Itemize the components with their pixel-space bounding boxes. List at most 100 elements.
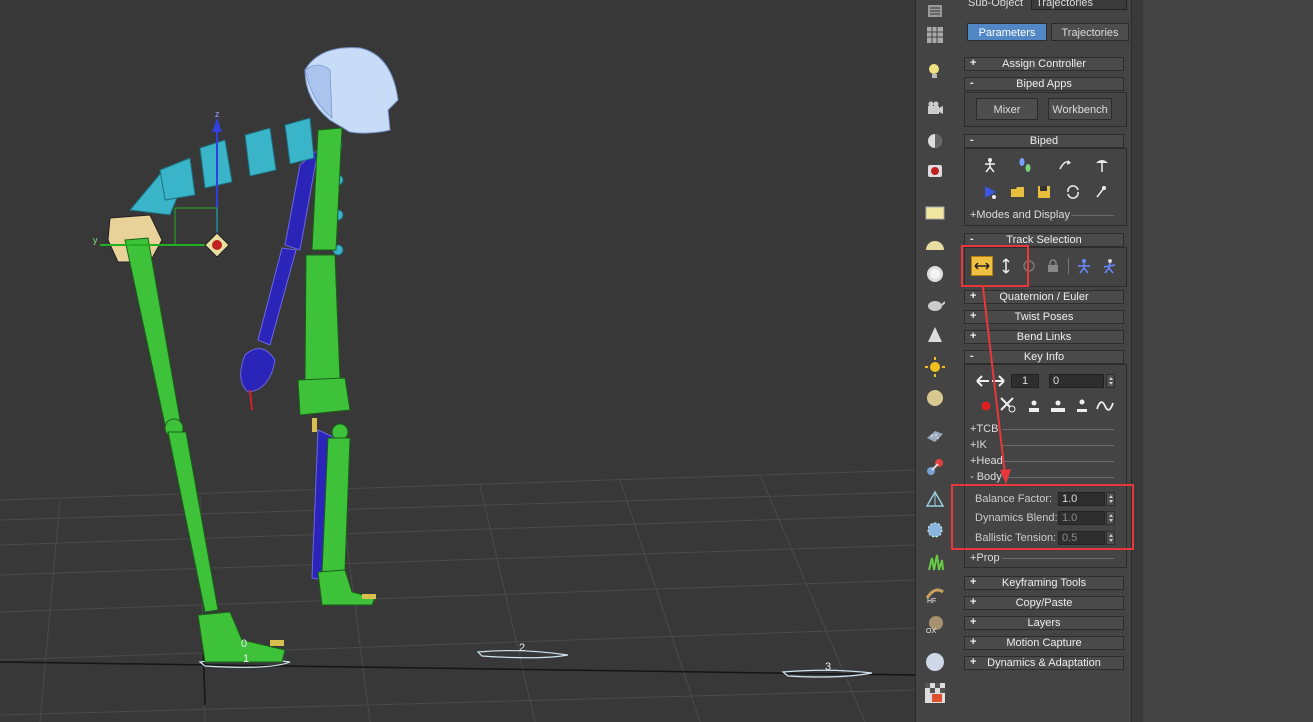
ik-expander[interactable]: +IK — [970, 439, 987, 451]
molecule-icon[interactable] — [924, 456, 946, 478]
divider — [1002, 445, 1114, 446]
rollout-assign-controller[interactable]: + Assign Controller — [964, 57, 1124, 71]
rollout-key-info[interactable]: - Key Info — [964, 350, 1124, 364]
grass-icon[interactable] — [924, 551, 946, 573]
biped-apps-group: Mixer Workbench — [964, 92, 1127, 127]
checker-icon[interactable] — [924, 682, 946, 704]
rollout-title: Biped — [1029, 135, 1059, 147]
set-key-icon[interactable] — [977, 397, 995, 415]
footstep-label-1: 1 — [243, 653, 249, 665]
rollout-title: Biped Apps — [1016, 78, 1072, 90]
tcb-expander[interactable]: +TCB — [970, 423, 998, 435]
grid-icon[interactable] — [924, 24, 946, 46]
rollout-title: Twist Poses — [1014, 311, 1074, 323]
sun-icon[interactable] — [924, 356, 946, 378]
rollout-title: Motion Capture — [1006, 637, 1082, 649]
rollout-title: Layers — [1027, 617, 1061, 629]
scene-render: z y 0 1 2 3 — [0, 47, 915, 722]
rollout-title: Quaternion / Euler — [999, 291, 1089, 303]
pyramid-icon[interactable] — [924, 489, 946, 511]
rollout-biped[interactable]: - Biped — [964, 134, 1124, 148]
viewport-3d[interactable]: z y 0 1 2 3 — [0, 0, 915, 722]
tab-trajectories[interactable]: Trajectories — [1051, 23, 1129, 41]
disc-icon[interactable] — [924, 387, 946, 409]
divider — [1002, 477, 1114, 478]
teapot-icon[interactable] — [924, 294, 946, 316]
sphere-half-icon[interactable] — [924, 130, 946, 152]
key-number-field[interactable]: 1 — [1011, 374, 1039, 388]
svg-text:HF: HF — [927, 598, 936, 604]
svg-text:OX: OX — [926, 628, 936, 634]
divider — [1002, 558, 1114, 559]
ball-icon[interactable] — [924, 651, 946, 673]
sphere-icon[interactable] — [924, 263, 946, 285]
create-toolbar: HF OX — [915, 0, 955, 722]
footstep-label-3: 3 — [825, 661, 831, 673]
rollout-title: Key Info — [1023, 351, 1065, 363]
set-free-key-icon[interactable] — [1073, 397, 1091, 415]
rollout-title: Keyframing Tools — [1001, 577, 1087, 589]
key-time-spinner[interactable] — [1106, 374, 1115, 388]
list-icon[interactable] — [924, 0, 946, 22]
rollout-title: Copy/Paste — [1015, 597, 1073, 609]
trajectories-icon[interactable] — [1096, 397, 1114, 415]
rollout-copy-paste[interactable]: + Copy/Paste — [964, 596, 1124, 610]
divider — [1071, 215, 1114, 216]
rollout-quaternion-euler[interactable]: + Quaternion / Euler — [964, 290, 1124, 304]
biped-group: +Modes and Display — [964, 148, 1127, 226]
cone-icon[interactable] — [924, 324, 946, 346]
annotation-box-body-params — [951, 484, 1134, 550]
body-expander[interactable]: - Body — [970, 471, 1002, 483]
prop-expander[interactable]: +Prop — [970, 552, 1000, 564]
ox-icon[interactable]: OX — [924, 613, 946, 635]
camera-icon[interactable] — [924, 98, 946, 120]
rollout-dynamics-adaptation[interactable]: + Dynamics & Adaptation — [964, 656, 1124, 670]
divider — [1002, 461, 1114, 462]
grid-dots-icon[interactable] — [924, 425, 946, 447]
set-planted-key-icon[interactable] — [1025, 397, 1043, 415]
lock-cog-button[interactable] — [1044, 257, 1062, 275]
light-bulb-icon[interactable] — [924, 60, 946, 82]
key-time-field[interactable]: 0 — [1049, 374, 1104, 388]
rollout-title: Bend Links — [1016, 331, 1072, 343]
rollout-twist-poses[interactable]: + Twist Poses — [964, 310, 1124, 324]
rollout-biped-apps[interactable]: - Biped Apps — [964, 77, 1124, 91]
divider — [1068, 258, 1069, 274]
rollout-layers[interactable]: + Layers — [964, 616, 1124, 630]
sub-object-dropdown[interactable]: Trajectories — [1031, 0, 1127, 10]
modes-and-display-expander[interactable]: +Modes and Display — [970, 209, 1070, 221]
convert-icon[interactable] — [1064, 183, 1082, 201]
rollout-motion-capture[interactable]: + Motion Capture — [964, 636, 1124, 650]
figure-mode-icon[interactable] — [981, 156, 999, 174]
gizmo-y-label: y — [93, 235, 98, 245]
footstep-label-0: 0 — [241, 638, 247, 650]
tab-parameters[interactable]: Parameters — [967, 23, 1047, 41]
workbench-button[interactable]: Workbench — [1048, 98, 1112, 120]
hemisphere-icon[interactable] — [924, 233, 946, 255]
opposite-button[interactable] — [1100, 257, 1118, 275]
gizmo-z-label: z — [215, 109, 220, 119]
rectangle-icon[interactable] — [924, 202, 946, 224]
gear-sphere-icon[interactable] — [924, 519, 946, 541]
command-panel: Sub-Object Trajectories Parameters Traje… — [954, 0, 1131, 722]
rollout-title: Dynamics & Adaptation — [987, 657, 1101, 669]
symmetrical-button[interactable] — [1075, 257, 1093, 275]
rollout-keyframing-tools[interactable]: + Keyframing Tools — [964, 576, 1124, 590]
delete-key-icon[interactable] — [999, 396, 1017, 414]
motion-flow-icon[interactable] — [1056, 156, 1074, 174]
mixer-mode-icon[interactable] — [1093, 156, 1111, 174]
mixer-button[interactable]: Mixer — [976, 98, 1038, 120]
next-key-icon[interactable] — [989, 372, 1007, 390]
move-all-mode-icon[interactable] — [1092, 183, 1110, 201]
head-expander[interactable]: +Head — [970, 455, 1003, 467]
render-icon[interactable] — [924, 160, 946, 182]
footstep-mode-icon[interactable] — [1016, 156, 1034, 174]
play-biped-icon[interactable] — [981, 183, 999, 201]
set-sliding-key-icon[interactable] — [1049, 397, 1067, 415]
rollout-bend-links[interactable]: + Bend Links — [964, 330, 1124, 344]
load-file-icon[interactable] — [1009, 183, 1027, 201]
sub-object-label: Sub-Object — [968, 0, 1024, 9]
empty-area — [1143, 0, 1313, 722]
save-file-icon[interactable] — [1035, 183, 1053, 201]
hf-icon[interactable]: HF — [924, 583, 946, 605]
